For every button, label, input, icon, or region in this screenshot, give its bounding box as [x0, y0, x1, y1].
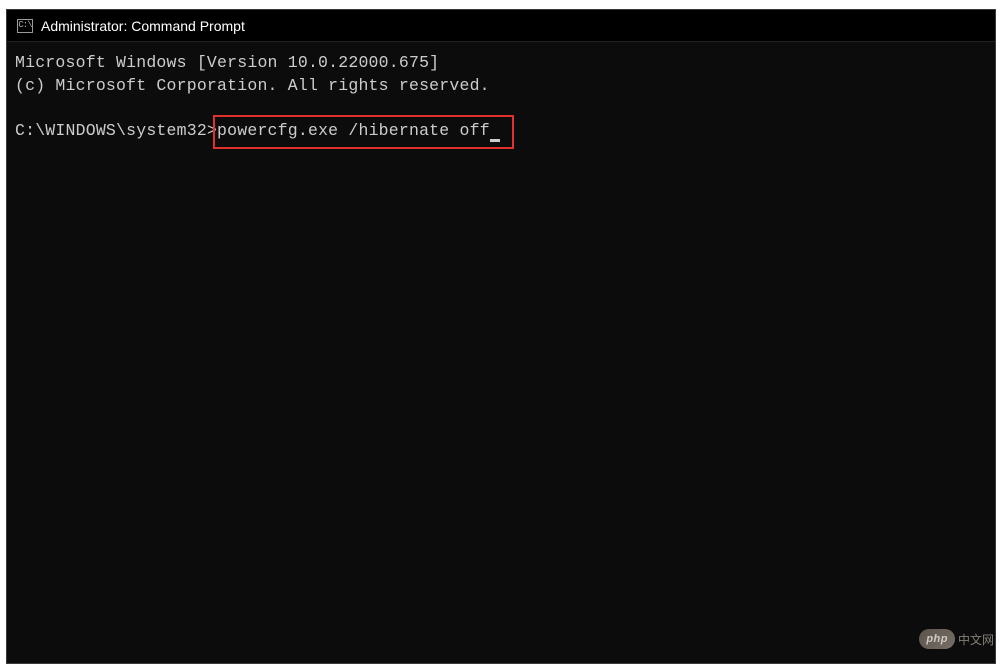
- command-input[interactable]: powercfg.exe /hibernate off: [217, 120, 500, 143]
- version-line: Microsoft Windows [Version 10.0.22000.67…: [15, 52, 987, 75]
- watermark-text: 中文网: [958, 631, 994, 648]
- command-prompt-window: C:\ Administrator: Command Prompt Micros…: [6, 9, 996, 664]
- cmd-icon: C:\: [17, 19, 33, 33]
- window-title: Administrator: Command Prompt: [41, 18, 245, 34]
- prompt-prefix: C:\WINDOWS\system32>: [15, 120, 217, 143]
- terminal-body[interactable]: Microsoft Windows [Version 10.0.22000.67…: [7, 42, 995, 153]
- cursor: [490, 139, 500, 142]
- prompt-line: C:\WINDOWS\system32>powercfg.exe /hibern…: [15, 120, 987, 143]
- php-badge: php: [919, 629, 955, 649]
- watermark: php 中文网: [919, 629, 994, 649]
- copyright-line: (c) Microsoft Corporation. All rights re…: [15, 75, 987, 98]
- titlebar[interactable]: C:\ Administrator: Command Prompt: [7, 10, 995, 42]
- blank-line: [15, 98, 987, 121]
- command-text: powercfg.exe /hibernate off: [217, 121, 490, 140]
